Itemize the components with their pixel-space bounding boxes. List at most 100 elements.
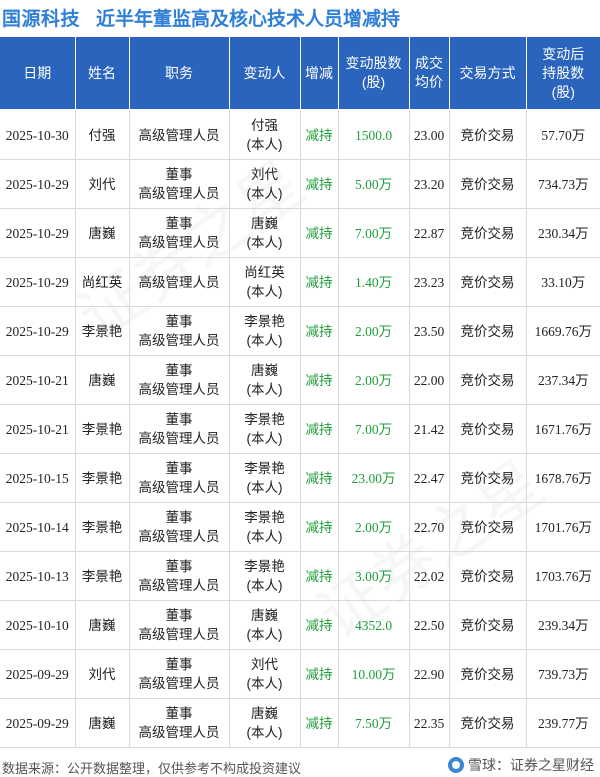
shares-cell: 23.00万 (338, 453, 410, 503)
column-header-line: 职务 (165, 64, 193, 81)
direction-cell: 减持 (300, 355, 339, 405)
shares-cell: 4352.0 (338, 600, 410, 650)
price-cell: 22.70 (409, 502, 450, 552)
table-header-row: 日期 姓名 职务 变动人 增减 变动股数 (股) 成交 均价 交易方式 变动后 持股数 (股) (0, 37, 600, 111)
method-cell: 竞价交易 (449, 306, 527, 356)
price-cell: 22.50 (409, 600, 450, 650)
direction-cell: 减持 (300, 453, 339, 503)
position-cell-line: 董事 (165, 216, 193, 231)
data-source-note: 数据来源：公开数据整理，仅供参考不构成投资建议 (2, 761, 302, 776)
date-cell: 2025-10-29 (0, 306, 76, 356)
column-header: 职务 (129, 37, 230, 111)
position-cell-line: 高级管理人员 (138, 274, 220, 290)
table-row: 2025-10-10 唐巍 董事 高级管理人员 唐巍 (本人) 减持 4352.0 22.50 竞… (0, 600, 600, 650)
column-header-line: 交易方式 (459, 64, 516, 81)
date-cell: 2025-10-29 (0, 208, 76, 258)
date-cell: 2025-10-29 (0, 257, 76, 307)
name-cell: 唐巍 (75, 355, 130, 405)
method-cell: 竞价交易 (449, 551, 527, 601)
direction-cell: 减持 (300, 551, 339, 601)
direction-cell: 减持 (300, 649, 339, 699)
changer-cell-line: 尚红英 (244, 265, 285, 280)
date-cell: 2025-09-29 (0, 698, 76, 748)
holding-cell: 237.34万 (526, 355, 600, 405)
changer-cell: 李景艳 (本人) (229, 404, 301, 454)
column-header-line: 日期 (23, 64, 52, 81)
column-header: 变动股数 (股) (338, 37, 410, 111)
table-row: 2025-10-29 唐巍 董事 高级管理人员 唐巍 (本人) 减持 7.00万 22.87 竞价… (0, 208, 600, 258)
changer-cell: 李景艳 (本人) (229, 551, 301, 601)
column-header-line: 增减 (305, 64, 333, 81)
changer-cell-line: (本人) (246, 529, 283, 544)
position-cell: 董事 高级管理人员 (129, 551, 230, 601)
price-cell: 22.47 (409, 453, 450, 503)
shares-cell: 7.00万 (338, 404, 410, 454)
position-cell-line: 董事 (165, 461, 193, 476)
position-cell-line: 董事 (165, 559, 193, 574)
method-cell: 竞价交易 (449, 110, 527, 160)
changer-cell-line: 李景艳 (244, 412, 285, 427)
column-header: 姓名 (75, 37, 130, 111)
changer-cell: 刘代 (本人) (229, 649, 301, 699)
method-cell: 竞价交易 (449, 404, 527, 454)
name-cell: 李景艳 (75, 404, 130, 454)
date-cell: 2025-10-21 (0, 355, 76, 405)
changer-cell-line: 李景艳 (244, 314, 285, 329)
table-row: 2025-10-29 刘代 董事 高级管理人员 刘代 (本人) 减持 5.00万 23.20 竞价… (0, 159, 600, 209)
price-cell: 22.90 (409, 649, 450, 699)
changer-cell: 刘代 (本人) (229, 159, 301, 209)
position-cell-line: 董事 (165, 608, 193, 623)
position-cell-line: 高级管理人员 (138, 127, 220, 143)
column-header: 变动后 持股数 (股) (526, 37, 600, 111)
shares-cell: 3.00万 (338, 551, 410, 601)
method-cell: 竞价交易 (449, 649, 527, 699)
date-cell: 2025-10-21 (0, 404, 76, 454)
changer-cell: 李景艳 (本人) (229, 306, 301, 356)
direction-cell: 减持 (300, 600, 339, 650)
changer-cell: 李景艳 (本人) (229, 453, 301, 503)
position-cell-line: 高级管理人员 (138, 676, 220, 691)
name-cell: 李景艳 (75, 453, 130, 503)
shares-cell: 10.00万 (338, 649, 410, 699)
changer-cell-line: (本人) (246, 333, 283, 348)
position-cell: 董事 高级管理人员 (129, 453, 230, 503)
changer-cell-line: (本人) (246, 431, 283, 446)
date-cell: 2025-10-29 (0, 159, 76, 209)
position-cell: 董事 高级管理人员 (129, 306, 230, 356)
direction-cell: 减持 (300, 502, 339, 552)
position-cell-line: 高级管理人员 (138, 382, 220, 397)
holding-cell: 239.77万 (526, 698, 600, 748)
column-header-line: (股) (551, 83, 575, 100)
position-cell-line: 董事 (165, 412, 193, 427)
holding-cell: 33.10万 (526, 257, 600, 307)
column-header: 交易方式 (449, 37, 527, 111)
method-cell: 竞价交易 (449, 159, 527, 209)
table-row: 2025-10-13 李景艳 董事 高级管理人员 李景艳 (本人) 减持 3.00万 22.02… (0, 551, 600, 601)
position-cell: 董事 高级管理人员 (129, 404, 230, 454)
price-cell: 22.35 (409, 698, 450, 748)
shares-cell: 1.40万 (338, 257, 410, 307)
table-row: 2025-10-29 尚红英 高级管理人员 尚红英 (本人) 减持 1.40万 23.23 竞价… (0, 257, 600, 307)
shares-cell: 2.00万 (338, 306, 410, 356)
direction-cell: 减持 (300, 698, 339, 748)
table-row: 2025-10-21 唐巍 董事 高级管理人员 唐巍 (本人) 减持 2.00万 22.00 竞价… (0, 355, 600, 405)
changer-cell-line: (本人) (246, 578, 283, 593)
column-header-line: 成交 (415, 55, 443, 71)
name-cell: 唐巍 (75, 208, 130, 258)
changer-cell-line: (本人) (246, 137, 283, 152)
name-cell: 尚红英 (75, 257, 130, 307)
date-cell: 2025-09-29 (0, 649, 76, 699)
position-cell-line: 董事 (165, 167, 193, 182)
table-row: 2025-10-29 李景艳 董事 高级管理人员 李景艳 (本人) 减持 2.00万 23.50… (0, 306, 600, 356)
holding-cell: 739.73万 (526, 649, 600, 699)
column-header-line: 变动后 (542, 45, 585, 62)
position-cell: 董事 高级管理人员 (129, 355, 230, 405)
name-cell: 李景艳 (75, 306, 130, 356)
date-cell: 2025-10-15 (0, 453, 76, 503)
page-title: 近半年董监高及核心技术人员增减持 (96, 9, 401, 30)
price-cell: 23.50 (409, 306, 450, 356)
name-cell: 刘代 (75, 649, 130, 699)
shares-cell: 7.50万 (338, 698, 410, 748)
changer-cell-line: (本人) (246, 725, 283, 740)
date-cell: 2025-10-10 (0, 600, 76, 650)
